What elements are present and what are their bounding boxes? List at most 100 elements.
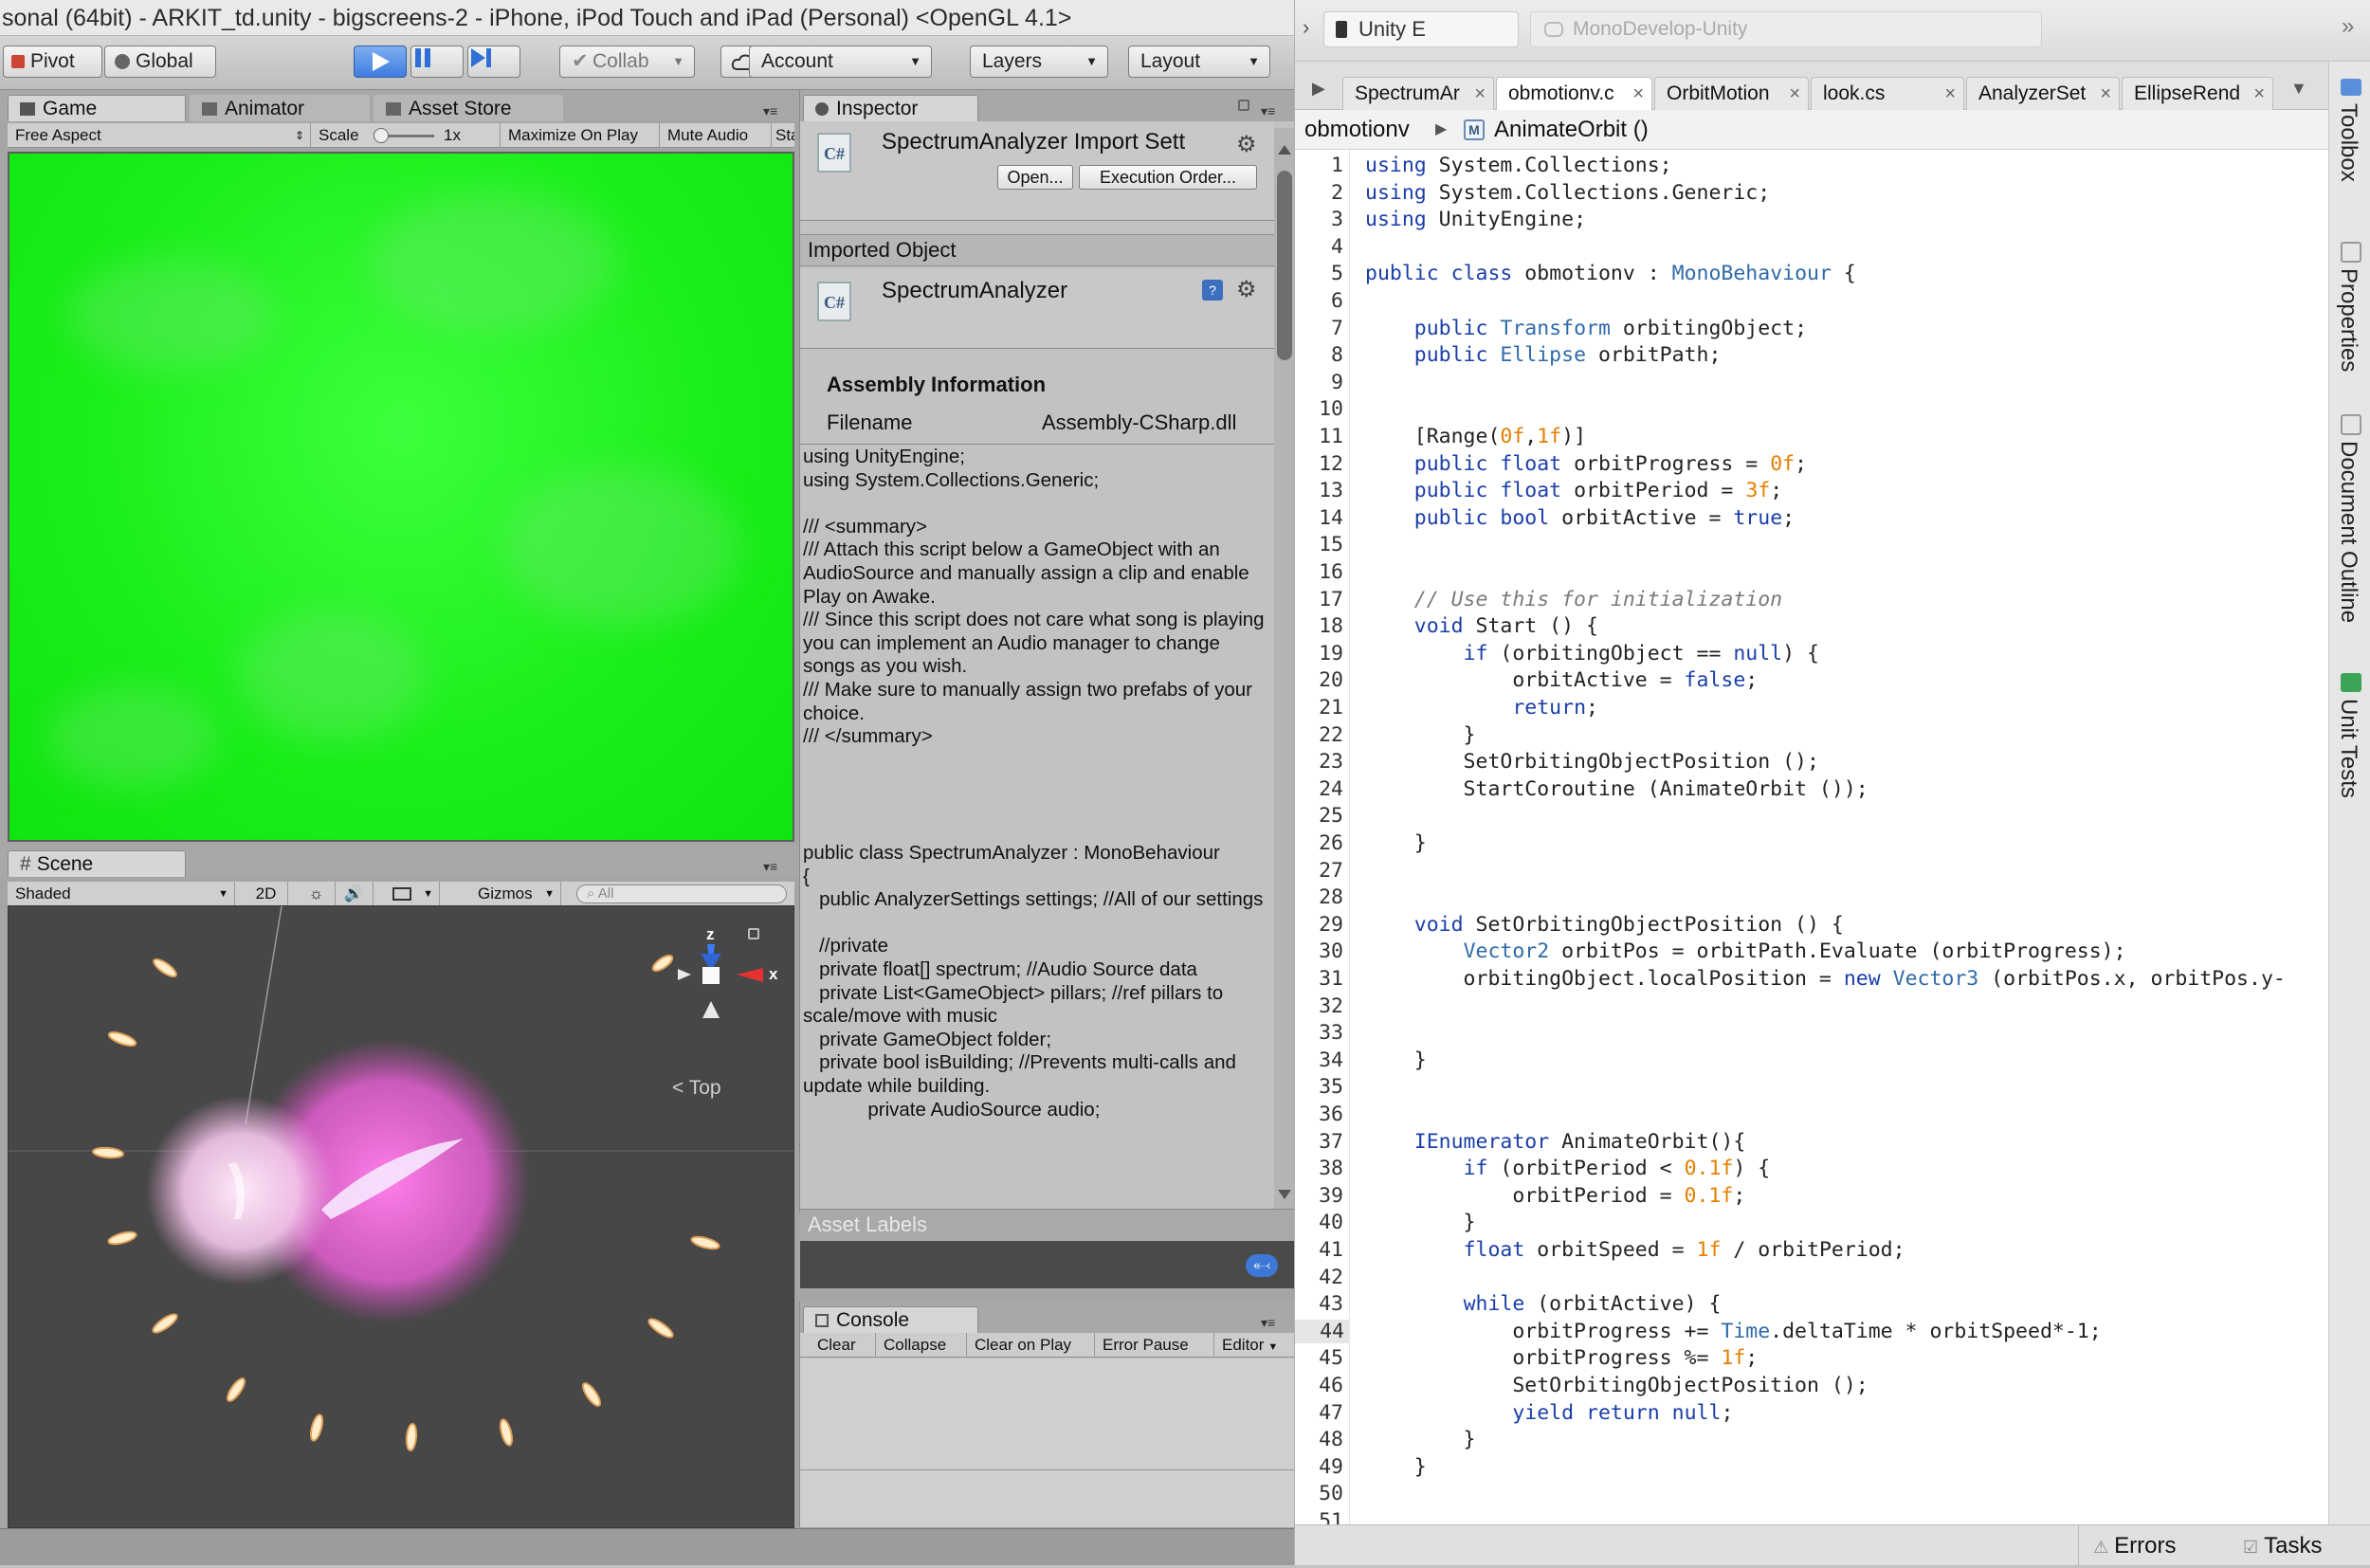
tab-scene[interactable]: # Scene <box>8 850 186 877</box>
scroll-up-icon[interactable] <box>1278 145 1291 155</box>
code-line: IEnumerator AnimateOrbit(){ <box>1413 1129 1746 1154</box>
collapse-toggle[interactable]: Collapse <box>876 1333 967 1357</box>
console-log-area[interactable] <box>800 1358 1295 1470</box>
dock-document-outline[interactable]: Document Outline <box>2335 441 2361 623</box>
clear-on-play-toggle[interactable]: Clear on Play <box>967 1333 1095 1357</box>
clear-button[interactable]: Clear <box>810 1333 876 1357</box>
line-number: 42 <box>1319 1265 1343 1289</box>
execution-order-button[interactable]: Execution Order... <box>1079 165 1257 190</box>
panel-menu-icon[interactable]: ▾≡ <box>1261 103 1275 119</box>
scale-slider[interactable]: Scale 1x <box>311 123 501 147</box>
orientation-gizmo[interactable]: z x <box>672 925 793 1039</box>
shading-dropdown[interactable]: Shaded ▼ <box>8 882 235 905</box>
panel-menu-icon[interactable]: ▾≡ <box>763 859 777 875</box>
inspector-title: SpectrumAnalyzer Import Sett <box>882 129 1186 155</box>
layout-dropdown[interactable]: Layout ▼ <box>1128 46 1270 78</box>
line-number: 29 <box>1319 912 1343 937</box>
close-icon[interactable]: × <box>1789 78 1800 110</box>
scroll-down-icon[interactable] <box>1278 1190 1291 1199</box>
collab-dropdown[interactable]: ✔ Collab ▼ <box>559 46 695 78</box>
line-number: 31 <box>1319 967 1343 991</box>
2d-toggle[interactable]: 2D <box>245 882 288 905</box>
lock-icon[interactable] <box>1238 100 1249 111</box>
line-number-gutter: 1 2 3 4 5 6 7 8 9 10 11 12 13 14 15 16 17 18 19 20 21 22 23 24 2… <box>1295 150 1350 1524</box>
dock-properties[interactable]: Properties <box>2335 268 2361 372</box>
error-pause-toggle[interactable]: Error Pause <box>1095 1333 1214 1357</box>
breadcrumb-method[interactable]: AnimateOrbit () <box>1494 110 1649 150</box>
scale-thumb[interactable] <box>374 128 389 143</box>
tab-obmotionv[interactable]: obmotionv.c × <box>1496 77 1652 110</box>
gizmos-dropdown[interactable]: Gizmos ▼ <box>470 882 561 905</box>
tab-scroll-left-icon[interactable]: ▶ <box>1312 79 1325 99</box>
mute-audio-toggle[interactable]: Mute Audio <box>660 123 772 147</box>
tag-icon[interactable]: ⬷ <box>1246 1254 1278 1277</box>
scene-view[interactable]: z x < Top <box>8 905 794 1528</box>
panel-menu-icon[interactable]: ▾≡ <box>763 103 777 119</box>
gear-icon[interactable]: ⚙ <box>1236 131 1257 158</box>
close-icon[interactable]: × <box>1632 78 1644 110</box>
animator-icon <box>202 102 217 117</box>
line-number: 35 <box>1319 1075 1343 1100</box>
close-icon[interactable]: × <box>2100 78 2111 110</box>
tab-console[interactable]: Console <box>803 1306 978 1333</box>
tab-animator[interactable]: Animator <box>190 95 370 121</box>
editor-dropdown[interactable]: Editor ▼ <box>1214 1333 1295 1357</box>
close-icon[interactable]: × <box>1944 78 1956 110</box>
chevron-right-icon[interactable]: › <box>1303 15 1309 40</box>
scroll-thumb[interactable] <box>1277 171 1292 360</box>
line-number: 41 <box>1319 1238 1343 1262</box>
step-button[interactable] <box>467 46 520 78</box>
pause-button[interactable] <box>410 46 464 78</box>
line-number: 44 <box>1295 1319 1350 1343</box>
tab-asset-store[interactable]: Asset Store <box>374 95 563 121</box>
code-line: yield return null; <box>1512 1400 1734 1425</box>
audio-toggle-icon[interactable]: 🔊 <box>336 882 374 905</box>
code-editor[interactable]: 1 2 3 4 5 6 7 8 9 10 11 12 13 14 15 16 17 18 19 20 21 22 23 24 2… <box>1295 150 2328 1524</box>
tab-analyzersettings[interactable]: AnalyzerSet × <box>1966 77 2120 110</box>
tab-spectrumanalyzer[interactable]: SpectrumAr × <box>1342 77 1494 110</box>
layers-dropdown[interactable]: Layers ▼ <box>970 46 1108 78</box>
tab-ellipserenderer[interactable]: EllipseRend × <box>2122 77 2273 110</box>
tab-orbitmotion[interactable]: OrbitMotion × <box>1654 77 1809 110</box>
breadcrumb-class[interactable]: obmotionv <box>1304 110 1410 150</box>
line-number: 40 <box>1319 1211 1343 1235</box>
effects-dropdown[interactable]: ▼ <box>383 882 440 905</box>
close-icon[interactable]: × <box>1474 78 1486 110</box>
tasks-pad-button[interactable]: ☑ Tasks <box>2243 1525 2323 1566</box>
open-button[interactable]: Open... <box>997 165 1073 190</box>
tab-inspector[interactable]: Inspector <box>803 95 978 121</box>
gizmo-view-label: < Top <box>672 1077 721 1099</box>
line-number: 36 <box>1319 1103 1343 1126</box>
scene-search-input[interactable]: ⌕ All <box>576 884 787 903</box>
game-view[interactable] <box>8 152 794 842</box>
stats-toggle[interactable]: Sta <box>772 123 794 147</box>
line-number: 25 <box>1319 804 1343 829</box>
aspect-dropdown[interactable]: Free Aspect ⇕ <box>8 123 311 147</box>
gear-icon[interactable]: ⚙ <box>1236 276 1257 303</box>
play-button[interactable] <box>354 46 407 78</box>
pivot-button[interactable]: Pivot <box>3 46 102 78</box>
tab-look[interactable]: look.cs × <box>1811 77 1964 110</box>
lock-icon[interactable] <box>748 928 759 939</box>
code-line: orbitPeriod = 0.1f; <box>1365 1183 1746 1208</box>
maximize-on-play-toggle[interactable]: Maximize On Play <box>501 123 660 147</box>
dock-unit-tests[interactable]: Unit Tests <box>2335 699 2361 798</box>
account-dropdown[interactable]: Account ▼ <box>749 46 932 78</box>
code-line: float orbitSpeed = 1f / orbitPeriod; <box>1463 1238 1905 1262</box>
help-icon[interactable]: ? <box>1202 280 1223 301</box>
dock-toolbox[interactable]: Toolbox <box>2335 103 2361 182</box>
double-chevron-right-icon[interactable]: » <box>2342 13 2354 40</box>
lighting-toggle-icon[interactable]: ☼ <box>298 882 336 905</box>
global-button[interactable]: Global <box>104 46 216 78</box>
inspector-scrollbar[interactable] <box>1274 128 1295 1209</box>
unity-target-selector[interactable]: Unity E <box>1323 11 1519 47</box>
panel-menu-icon[interactable]: ▾≡ <box>1261 1315 1275 1331</box>
console-detail-area[interactable] <box>800 1470 1295 1527</box>
tab-game[interactable]: Game <box>8 95 186 121</box>
errors-pad-button[interactable]: ⚠ Errors <box>2093 1525 2176 1566</box>
chevron-updown-icon: ⇕ <box>294 129 304 142</box>
tab-list-dropdown-icon[interactable]: ▼ <box>2290 79 2307 99</box>
code-line: return; <box>1512 696 1598 720</box>
chevron-down-icon: ▼ <box>909 54 921 68</box>
close-icon[interactable]: × <box>2253 78 2265 110</box>
